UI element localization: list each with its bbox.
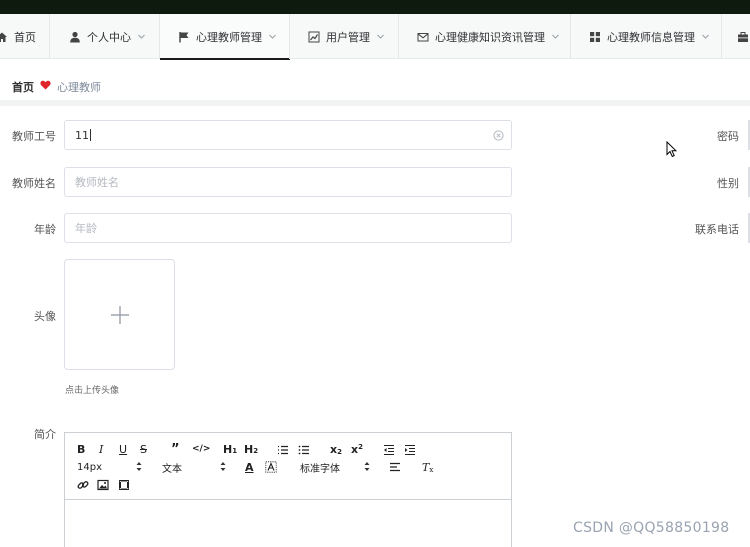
font-family-select[interactable]: 标准字体 xyxy=(300,460,370,475)
underline-button[interactable]: U xyxy=(119,442,127,456)
upload-tip: 点击上传头像 xyxy=(65,386,120,396)
nav-label: 心理教师管理 xyxy=(196,30,262,44)
header-type-value: 文本 xyxy=(162,463,182,475)
image-icon[interactable] xyxy=(97,478,109,492)
nav-label: 心理教师信息管理 xyxy=(607,30,695,44)
nav-item-teacher-management[interactable]: 心理教师管理 xyxy=(160,14,290,60)
bullet-list-icon[interactable] xyxy=(298,443,310,457)
teacher-no-input[interactable]: 11 xyxy=(64,120,512,150)
breadcrumb: 首页 心理教师 xyxy=(0,60,750,106)
clear-format-button[interactable]: Tx xyxy=(422,460,433,474)
avatar-uploader[interactable] xyxy=(64,259,175,370)
ordered-list-icon[interactable] xyxy=(277,443,289,457)
page: 首页 个人中心 心理教师管理 用户管理 心理健康知识资讯管理 心理教师信息管理 … xyxy=(0,0,750,547)
rich-text-editor[interactable]: B I U S ” </> H1 H2 x2 x2 14px 文本 A 标准字体… xyxy=(64,432,512,547)
nav-item-knowledge-management[interactable]: 心理健康知识资讯管理 xyxy=(399,14,571,59)
nav-label: 首页 xyxy=(14,30,36,44)
teacher-name-placeholder: 教师姓名 xyxy=(75,176,119,189)
nav-item-personal-center[interactable]: 个人中心 xyxy=(50,14,160,59)
mouse-cursor-icon xyxy=(666,141,677,158)
font-color-button[interactable]: A xyxy=(245,460,254,474)
nav-label: 个人中心 xyxy=(87,30,131,44)
plus-icon xyxy=(111,306,129,324)
chevron-down-icon xyxy=(376,32,385,41)
teacher-name-label: 教师姓名 xyxy=(12,177,56,190)
italic-button[interactable]: I xyxy=(99,442,103,456)
chevron-down-icon xyxy=(701,32,710,41)
top-bar xyxy=(0,0,750,14)
outdent-icon[interactable] xyxy=(383,443,395,457)
editor-toolbar: B I U S ” </> H1 H2 x2 x2 14px 文本 A 标准字体… xyxy=(65,433,511,500)
chevron-down-icon xyxy=(551,32,560,41)
strike-button[interactable]: S xyxy=(140,442,147,456)
nav-item-teacher-info-management[interactable]: 心理教师信息管理 xyxy=(571,14,722,59)
font-family-value: 标准字体 xyxy=(300,463,340,475)
subscript-button[interactable]: x2 xyxy=(330,442,342,456)
breadcrumb-home[interactable]: 首页 xyxy=(12,79,34,95)
code-icon[interactable]: </> xyxy=(192,442,210,456)
age-label: 年龄 xyxy=(34,223,56,236)
indent-icon[interactable] xyxy=(404,443,416,457)
flag-icon xyxy=(178,31,190,43)
home-icon xyxy=(0,31,8,43)
nav-label: 用户管理 xyxy=(326,30,370,44)
teacher-name-input[interactable]: 教师姓名 xyxy=(64,167,512,197)
breadcrumb-current: 心理教师 xyxy=(57,81,101,94)
briefcase-icon xyxy=(737,31,749,43)
clear-icon[interactable] xyxy=(493,130,504,141)
link-icon[interactable] xyxy=(77,478,89,492)
nav-item-more[interactable] xyxy=(722,14,750,59)
background-color-icon[interactable] xyxy=(265,460,277,474)
video-icon[interactable] xyxy=(118,478,130,492)
age-input[interactable]: 年龄 xyxy=(64,213,512,243)
header-1-button[interactable]: H1 xyxy=(223,442,237,456)
main-nav: 首页 个人中心 心理教师管理 用户管理 心理健康知识资讯管理 心理教师信息管理 xyxy=(0,14,750,60)
gender-label: 性别 xyxy=(717,177,739,190)
chart-icon xyxy=(308,31,320,43)
heart-icon xyxy=(40,80,51,90)
user-icon xyxy=(69,31,81,43)
teacher-no-label: 教师工号 xyxy=(12,130,56,143)
password-label: 密码 xyxy=(717,130,739,143)
header-2-button[interactable]: H2 xyxy=(244,442,258,456)
select-arrows-icon xyxy=(220,462,226,471)
grid-icon xyxy=(589,31,601,43)
chevron-down-icon xyxy=(268,32,277,41)
teacher-no-value: 11 xyxy=(75,128,89,142)
bold-button[interactable]: B xyxy=(77,442,85,456)
phone-label: 联系电话 xyxy=(695,223,739,236)
select-arrows-icon xyxy=(136,462,142,471)
avatar-label: 头像 xyxy=(34,310,56,323)
align-icon[interactable] xyxy=(389,460,401,474)
select-arrows-icon xyxy=(364,462,370,471)
superscript-button[interactable]: x2 xyxy=(351,442,363,456)
nav-item-home[interactable]: 首页 xyxy=(0,14,50,59)
intro-label: 简介 xyxy=(34,428,56,441)
quote-icon[interactable]: ” xyxy=(171,442,180,457)
font-size-select[interactable]: 14px xyxy=(77,460,142,474)
nav-label: 心理健康知识资讯管理 xyxy=(435,30,545,44)
header-type-select[interactable]: 文本 xyxy=(162,460,226,475)
nav-item-user-management[interactable]: 用户管理 xyxy=(290,14,399,59)
csdn-watermark: CSDN @QQ58850198 xyxy=(573,520,730,536)
mail-icon xyxy=(417,31,429,43)
text-caret xyxy=(90,129,91,141)
age-placeholder: 年龄 xyxy=(75,222,97,235)
chevron-down-icon xyxy=(137,32,146,41)
font-size-value: 14px xyxy=(77,461,102,473)
